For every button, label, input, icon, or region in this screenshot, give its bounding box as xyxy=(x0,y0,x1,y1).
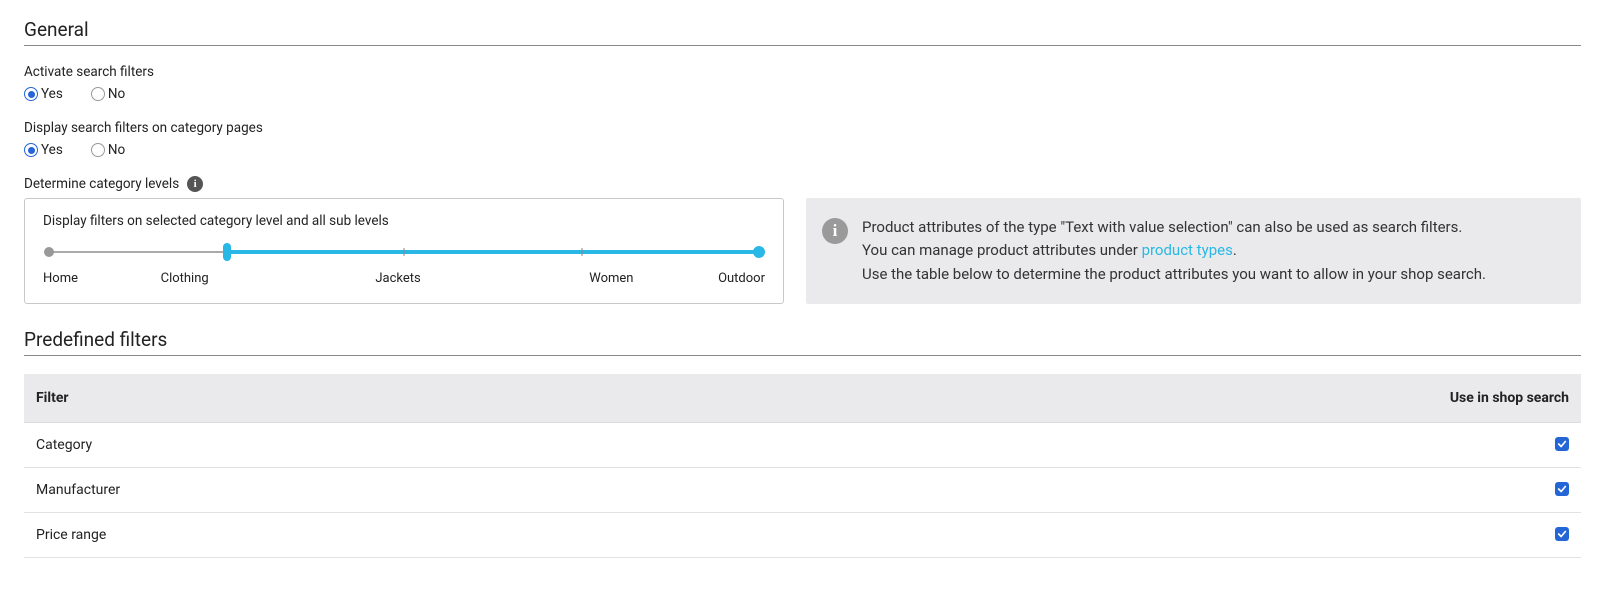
radio-checked-icon xyxy=(24,143,38,157)
slider-stop-label: Outdoor xyxy=(718,271,765,286)
field-display-on-category-pages: Display search filters on category pages… xyxy=(24,120,1581,158)
slider-stop-label: Women xyxy=(505,271,718,286)
section-divider xyxy=(24,355,1581,356)
slider-stop-label: Home xyxy=(43,271,78,286)
slider-start-dot xyxy=(44,247,54,257)
filter-name-cell: Price range xyxy=(24,512,694,557)
table-header-filter: Filter xyxy=(24,374,694,423)
link-product-types[interactable]: product types xyxy=(1142,241,1233,259)
info-icon: i xyxy=(822,218,848,244)
label-display-on-category-pages: Display search filters on category pages xyxy=(24,120,1581,136)
label-activate-search-filters: Activate search filters xyxy=(24,64,1581,80)
info-icon[interactable]: i xyxy=(187,176,203,192)
field-category-levels: Determine category levels i Display filt… xyxy=(24,176,1581,304)
radio-activate-yes[interactable]: Yes xyxy=(24,86,63,102)
radio-display-yes[interactable]: Yes xyxy=(24,142,63,158)
category-level-slider[interactable] xyxy=(49,247,759,257)
filter-name-cell: Category xyxy=(24,422,694,467)
slider-stop-label: Jackets xyxy=(291,271,504,286)
section-heading-general: General xyxy=(24,18,1581,41)
slider-caption: Display filters on selected category lev… xyxy=(43,213,765,229)
predefined-filters-table: Filter Use in shop search CategoryManufa… xyxy=(24,374,1581,558)
slider-stop-label: Clothing xyxy=(78,271,291,286)
slider-handle-from[interactable] xyxy=(223,243,231,261)
radio-label: No xyxy=(108,142,125,158)
label-category-levels: Determine category levels xyxy=(24,176,179,192)
radio-label: Yes xyxy=(41,142,63,158)
field-activate-search-filters: Activate search filters Yes No xyxy=(24,64,1581,102)
radio-unchecked-icon xyxy=(91,143,105,157)
filter-name-cell: Manufacturer xyxy=(24,467,694,512)
radio-label: No xyxy=(108,86,125,102)
table-header-use-in-search: Use in shop search xyxy=(694,374,1581,423)
radio-activate-no[interactable]: No xyxy=(91,86,125,102)
table-row: Manufacturer xyxy=(24,467,1581,512)
use-in-search-checkbox[interactable] xyxy=(1555,437,1569,451)
radio-checked-icon xyxy=(24,87,38,101)
info-box-text: Product attributes of the type "Text wit… xyxy=(862,216,1486,286)
radio-label: Yes xyxy=(41,86,63,102)
table-row: Category xyxy=(24,422,1581,467)
section-divider xyxy=(24,45,1581,46)
use-in-search-checkbox[interactable] xyxy=(1555,527,1569,541)
category-level-slider-panel: Display filters on selected category lev… xyxy=(24,198,784,304)
radio-unchecked-icon xyxy=(91,87,105,101)
use-in-search-checkbox[interactable] xyxy=(1555,482,1569,496)
slider-handle-to[interactable] xyxy=(753,246,765,258)
table-row: Price range xyxy=(24,512,1581,557)
radio-display-no[interactable]: No xyxy=(91,142,125,158)
section-heading-predefined-filters: Predefined filters xyxy=(24,328,1581,351)
info-box-product-attributes: i Product attributes of the type "Text w… xyxy=(806,198,1581,304)
